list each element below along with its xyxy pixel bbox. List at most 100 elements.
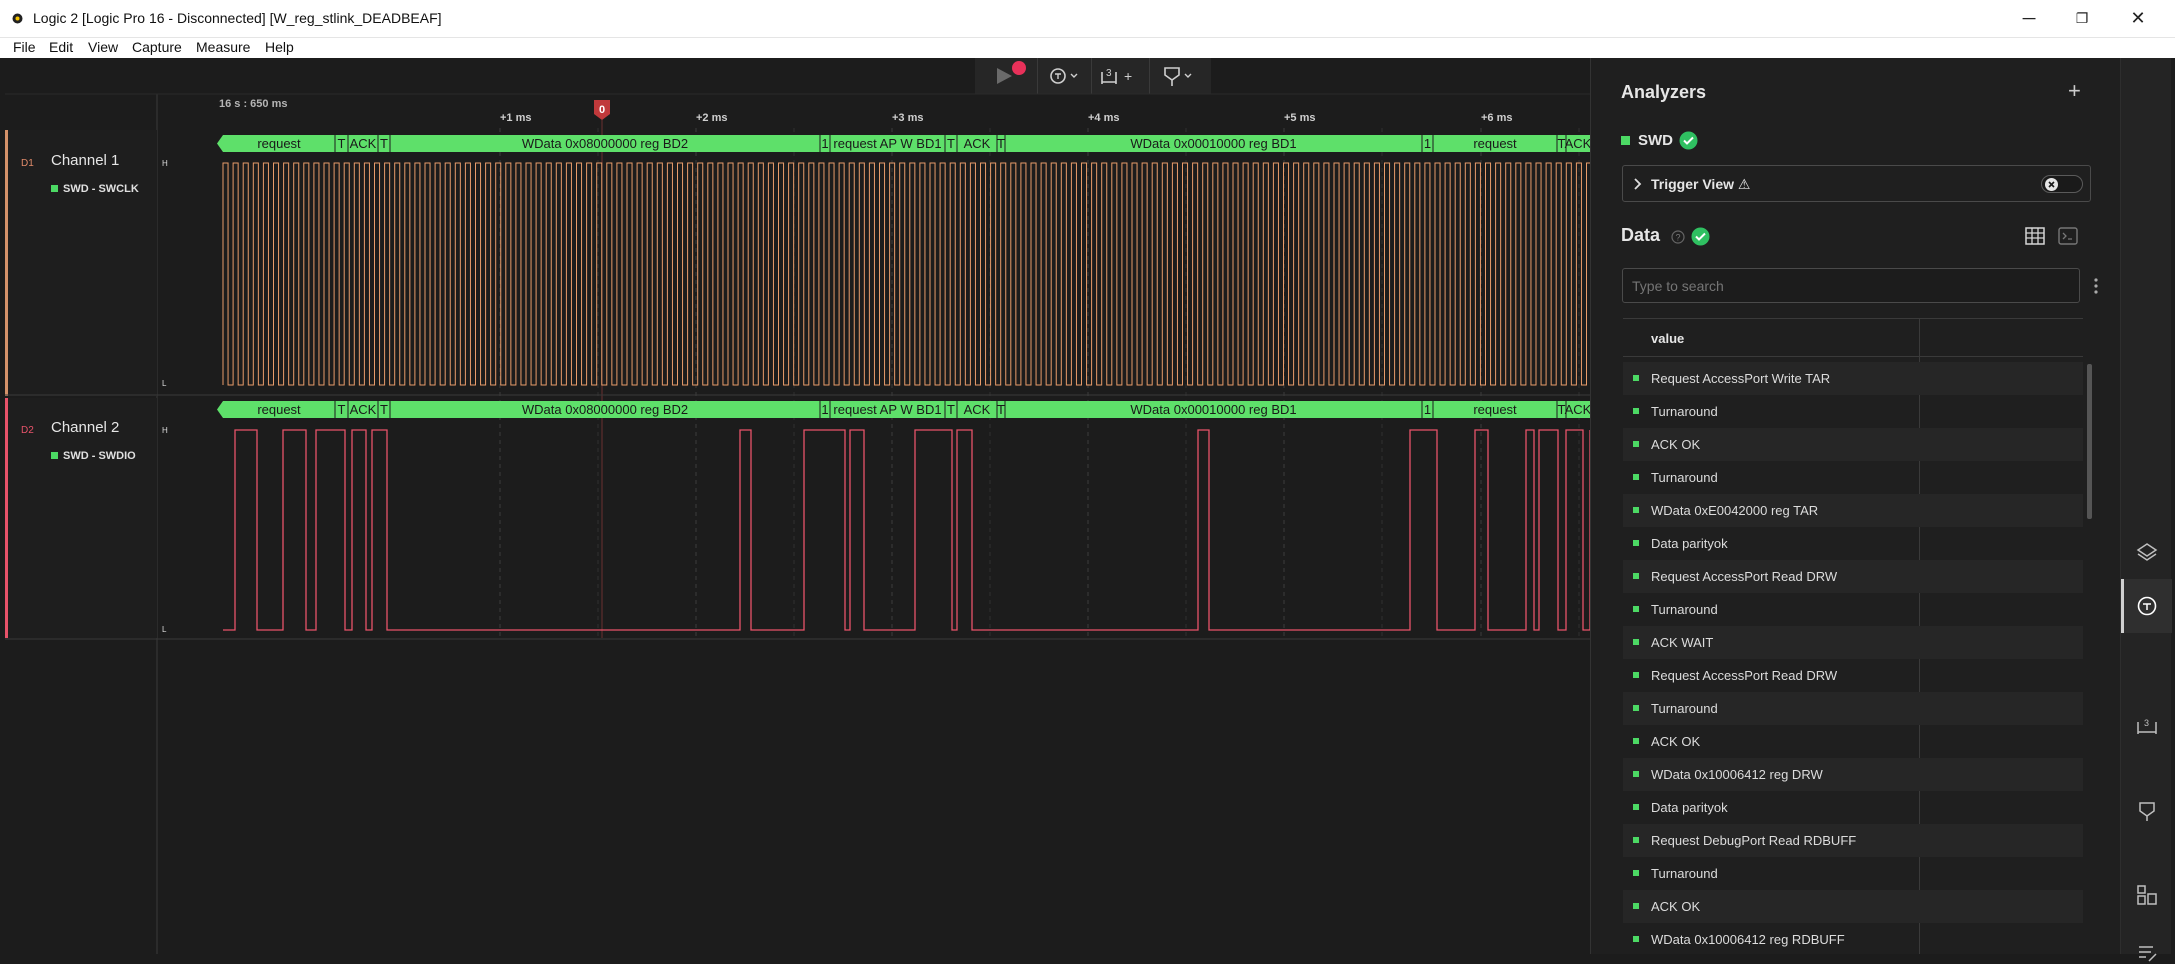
decoder-segment-label: ACK [350, 402, 377, 417]
row-value: Request AccessPort Read DRW [1651, 569, 1838, 584]
data-row[interactable]: Request AccessPort Write TAR [1623, 362, 2083, 395]
row-color-dot [1633, 936, 1639, 942]
decoder-segment-label: ACK [964, 402, 991, 417]
menu-help[interactable]: Help [265, 38, 294, 56]
menu-capture[interactable]: Capture [132, 38, 182, 56]
trigger-view-panel[interactable]: Trigger View ⚠ [1622, 165, 2091, 202]
data-title: Data [1621, 225, 1661, 245]
row-value: Turnaround [1651, 602, 1718, 617]
decoder-segment-label: request [257, 402, 301, 417]
search-input[interactable] [1623, 269, 2079, 302]
terminal-view-icon[interactable] [2058, 227, 2078, 245]
strip-markers-button[interactable] [2121, 784, 2172, 838]
data-row[interactable]: Data parityok [1623, 527, 2083, 560]
channel-2-signal: SWD - SWDIO [63, 450, 136, 462]
data-row[interactable]: Turnaround [1623, 395, 2083, 428]
channel-2-decoder-row[interactable]: request T ACK T WData 0x08000000 reg BD2 1 req… [217, 401, 1590, 418]
decoder-start-arrow [217, 401, 223, 418]
trigger-view-toggle[interactable] [2041, 175, 2083, 193]
ruler-tick-label: +6 ms [1481, 112, 1513, 124]
decoder-segment-label: 1 [821, 402, 828, 417]
data-row[interactable]: WData 0xE0042000 reg TAR [1623, 494, 2083, 527]
row-value: Turnaround [1651, 866, 1718, 881]
table-view-icon[interactable] [2025, 227, 2045, 245]
channel-2-low-label: L [162, 625, 167, 634]
help-icon[interactable]: ? [1671, 230, 1685, 244]
ruler-start-label: 16 s : 650 ms [219, 98, 288, 110]
row-value: ACK OK [1651, 437, 1701, 452]
swd-color-dot [1621, 136, 1630, 145]
window-title: Logic 2 [Logic Pro 16 - Disconnected] [W… [33, 10, 442, 26]
row-value: Data parityok [1651, 536, 1728, 551]
minimize-button[interactable]: ─ [2007, 4, 2051, 32]
search-box[interactable] [1622, 268, 2080, 303]
layers-icon [2136, 543, 2158, 561]
channel-1-decoder-row[interactable]: request T ACK T WData 0x08000000 reg BD2 1 req… [217, 135, 1590, 152]
row-color-dot [1633, 837, 1639, 843]
ruler-tick-label: +3 ms [892, 112, 924, 124]
row-value: Turnaround [1651, 404, 1718, 419]
decoder-segment-label: T [338, 402, 346, 417]
time-marker[interactable]: 0 [594, 100, 610, 120]
swd-analyzer-label[interactable]: SWD [1638, 132, 1673, 149]
menu-bar: File Edit View Capture Measure Help [0, 38, 2175, 58]
row-value: Turnaround [1651, 701, 1718, 716]
data-row[interactable]: WData 0x10006412 reg DRW [1623, 758, 2083, 791]
channel-2-color-bar [5, 398, 8, 638]
svg-text:3: 3 [2144, 718, 2149, 728]
row-value: Request DebugPort Read RDBUFF [1651, 833, 1857, 848]
decoder-segment-label: request [1473, 402, 1517, 417]
data-row[interactable]: ACK WAIT [1623, 626, 2083, 659]
row-color-dot [1633, 738, 1639, 744]
data-row[interactable]: WData 0x10006412 reg RDBUFF [1623, 923, 2083, 956]
channel-2-analyzer-dot [51, 452, 58, 459]
channel-2-high-label: H [162, 426, 168, 435]
ruler-tick-label: +2 ms [696, 112, 728, 124]
strip-measure-button[interactable]: 3 [2121, 699, 2172, 753]
menu-file[interactable]: File [13, 38, 36, 56]
close-button[interactable]: ✕ [2116, 4, 2160, 32]
channel-1-trace [222, 162, 1590, 386]
column-header-value[interactable]: value [1651, 331, 1684, 346]
data-row[interactable]: Turnaround [1623, 692, 2083, 725]
menu-view[interactable]: View [88, 38, 118, 56]
add-analyzer-button[interactable]: + [2068, 78, 2081, 104]
channel-2-name: Channel 2 [51, 419, 119, 436]
data-row[interactable]: ACK OK [1623, 725, 2083, 758]
data-row[interactable]: Turnaround [1623, 593, 2083, 626]
decoder-segment-label: T [338, 136, 346, 151]
data-row[interactable]: Request AccessPort Read DRW [1623, 659, 2083, 692]
data-row[interactable]: Turnaround [1623, 461, 2083, 494]
maximize-button[interactable]: ❐ [2060, 4, 2104, 32]
ruler-tick-label: +5 ms [1284, 112, 1316, 124]
decoder-segment-label: WData 0x08000000 reg BD2 [522, 136, 688, 151]
data-row[interactable]: Data parityok [1623, 791, 2083, 824]
data-row[interactable]: ACK OK [1623, 890, 2083, 923]
row-value: WData 0xE0042000 reg TAR [1651, 503, 1819, 518]
more-options-icon[interactable] [2093, 277, 2099, 295]
waveform-canvas[interactable]: 16 s : 650 ms +1 ms +2 ms +3 ms +4 ms +5 ms +… [5, 58, 1590, 954]
data-row[interactable]: Turnaround [1623, 857, 2083, 890]
table-header: value [1623, 318, 2083, 357]
menu-measure[interactable]: Measure [196, 38, 250, 56]
chevron-right-icon [1634, 178, 1642, 190]
strip-analyzers-button[interactable] [2121, 579, 2172, 633]
decoder-segment-label: T [380, 402, 388, 417]
menu-edit[interactable]: Edit [49, 38, 73, 56]
strip-extensions-button[interactable] [2121, 868, 2172, 922]
row-color-dot [1633, 606, 1639, 612]
data-row[interactable]: Request DebugPort Read RDBUFF [1623, 824, 2083, 857]
table-scrollbar[interactable] [2087, 364, 2092, 519]
strip-layers-button[interactable] [2121, 525, 2172, 579]
analyzer-icon [2137, 596, 2157, 616]
strip-notes-button[interactable] [2121, 926, 2172, 962]
decoder-segment-label: ACK [964, 136, 991, 151]
row-color-dot [1633, 408, 1639, 414]
decoder-segment-label: ACK [1565, 402, 1590, 417]
analyzers-sidebar: Analyzers + SWD Trigger View ⚠ Data ? Ty… [1590, 58, 2120, 954]
data-row[interactable]: ACK OK [1623, 428, 2083, 461]
data-row[interactable]: Request AccessPort Read DRW [1623, 560, 2083, 593]
row-color-dot [1633, 375, 1639, 381]
row-value: Data parityok [1651, 800, 1728, 815]
decoder-segment-label: request AP W BD1 [833, 136, 941, 151]
